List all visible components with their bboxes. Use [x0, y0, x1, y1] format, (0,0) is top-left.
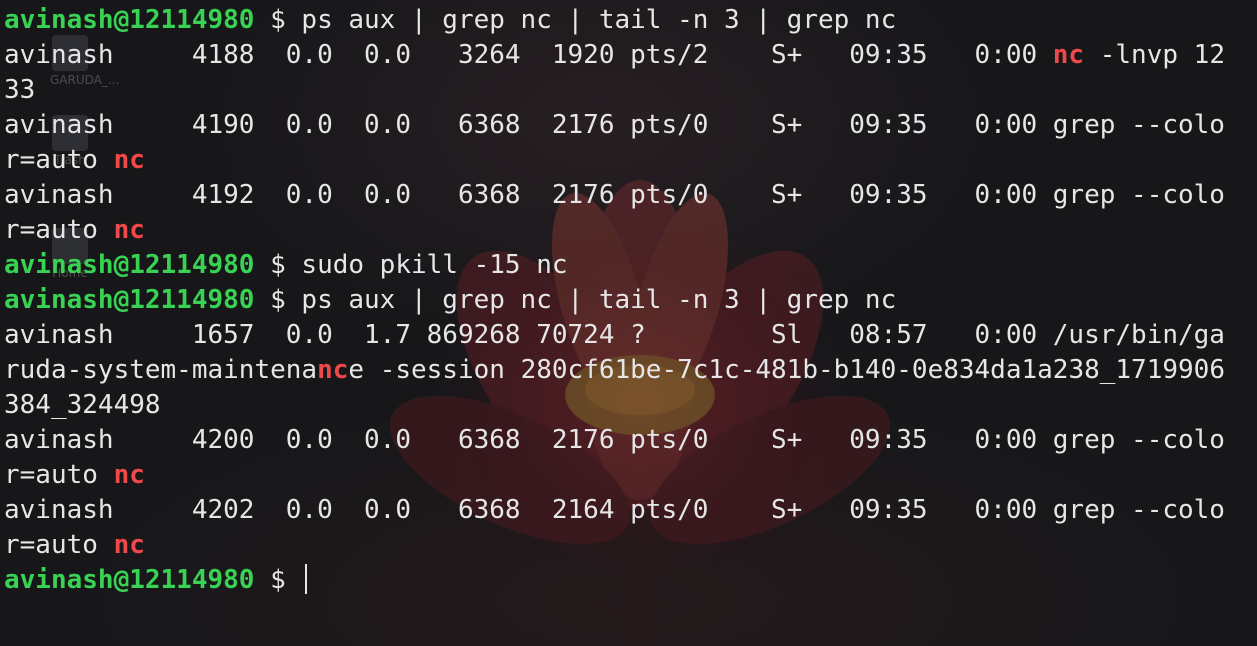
output-line: avinash 4190 0.0 0.0 6368 2176 pts/0 S+ …	[4, 110, 1225, 140]
output-line: avinash 4188 0.0 0.0 3264 1920 pts/2 S+ …	[4, 38, 1225, 73]
prompt-user: avinash@12114980	[4, 250, 255, 280]
active-prompt-line[interactable]: avinash@12114980 $	[4, 563, 1225, 598]
output-line: avinash 4200 0.0 0.0 6368 2176 pts/0 S+ …	[4, 425, 1225, 455]
match-highlight: nc	[113, 460, 145, 490]
output-line: avinash 4192 0.0 0.0 6368 2176 pts/0 S+ …	[4, 180, 1225, 210]
output-line: r=auto nc	[4, 528, 1225, 563]
command-text: $ ps aux | grep nc | tail -n 3 | grep nc	[254, 285, 897, 315]
output-text: -lnvp 12	[1084, 40, 1225, 70]
output-text: ruda-system-maintena	[4, 355, 318, 385]
output-text: e -session 280cf61be-7c1c-481b-b140-0e83…	[348, 355, 1225, 385]
match-highlight: nc	[113, 215, 145, 245]
output-text: r=auto	[4, 530, 114, 560]
output-text: r=auto	[4, 145, 114, 175]
terminal-window[interactable]: GARUDA_... Trash Home avinash@12114980 $…	[0, 0, 1257, 646]
prompt-line: avinash@12114980 $ sudo pkill -15 nc	[4, 248, 1225, 283]
prompt-line: avinash@12114980 $ ps aux | grep nc | ta…	[4, 3, 1225, 38]
output-line: r=auto nc	[4, 213, 1225, 248]
command-text: $ ps aux | grep nc | tail -n 3 | grep nc	[254, 5, 897, 35]
output-text: avinash 4188 0.0 0.0 3264 1920 pts/2 S+ …	[4, 40, 1053, 70]
output-text: r=auto	[4, 215, 114, 245]
prompt-user: avinash@12114980	[4, 5, 255, 35]
output-text: r=auto	[4, 460, 114, 490]
prompt-user: avinash@12114980	[4, 565, 255, 595]
text-cursor	[305, 564, 308, 594]
match-highlight: nc	[317, 355, 349, 385]
match-highlight: nc	[113, 530, 145, 560]
prompt-symbol: $	[254, 565, 302, 595]
output-line: ruda-system-maintenance -session 280cf61…	[4, 353, 1225, 388]
prompt-line: avinash@12114980 $ ps aux | grep nc | ta…	[4, 283, 1225, 318]
match-highlight: nc	[113, 145, 145, 175]
output-line: r=auto nc	[4, 143, 1225, 178]
output-line: avinash 4202 0.0 0.0 6368 2164 pts/0 S+ …	[4, 495, 1225, 525]
prompt-user: avinash@12114980	[4, 285, 255, 315]
match-highlight: nc	[1052, 40, 1085, 70]
output-line: r=auto nc	[4, 458, 1225, 493]
command-text: $ sudo pkill -15 nc	[254, 250, 568, 280]
terminal-output[interactable]: avinash@12114980 $ ps aux | grep nc | ta…	[4, 3, 1225, 598]
output-line: 384_324498	[4, 390, 161, 420]
output-line: 33	[4, 75, 36, 105]
output-line: avinash 1657 0.0 1.7 869268 70724 ? Sl 0…	[4, 320, 1225, 350]
